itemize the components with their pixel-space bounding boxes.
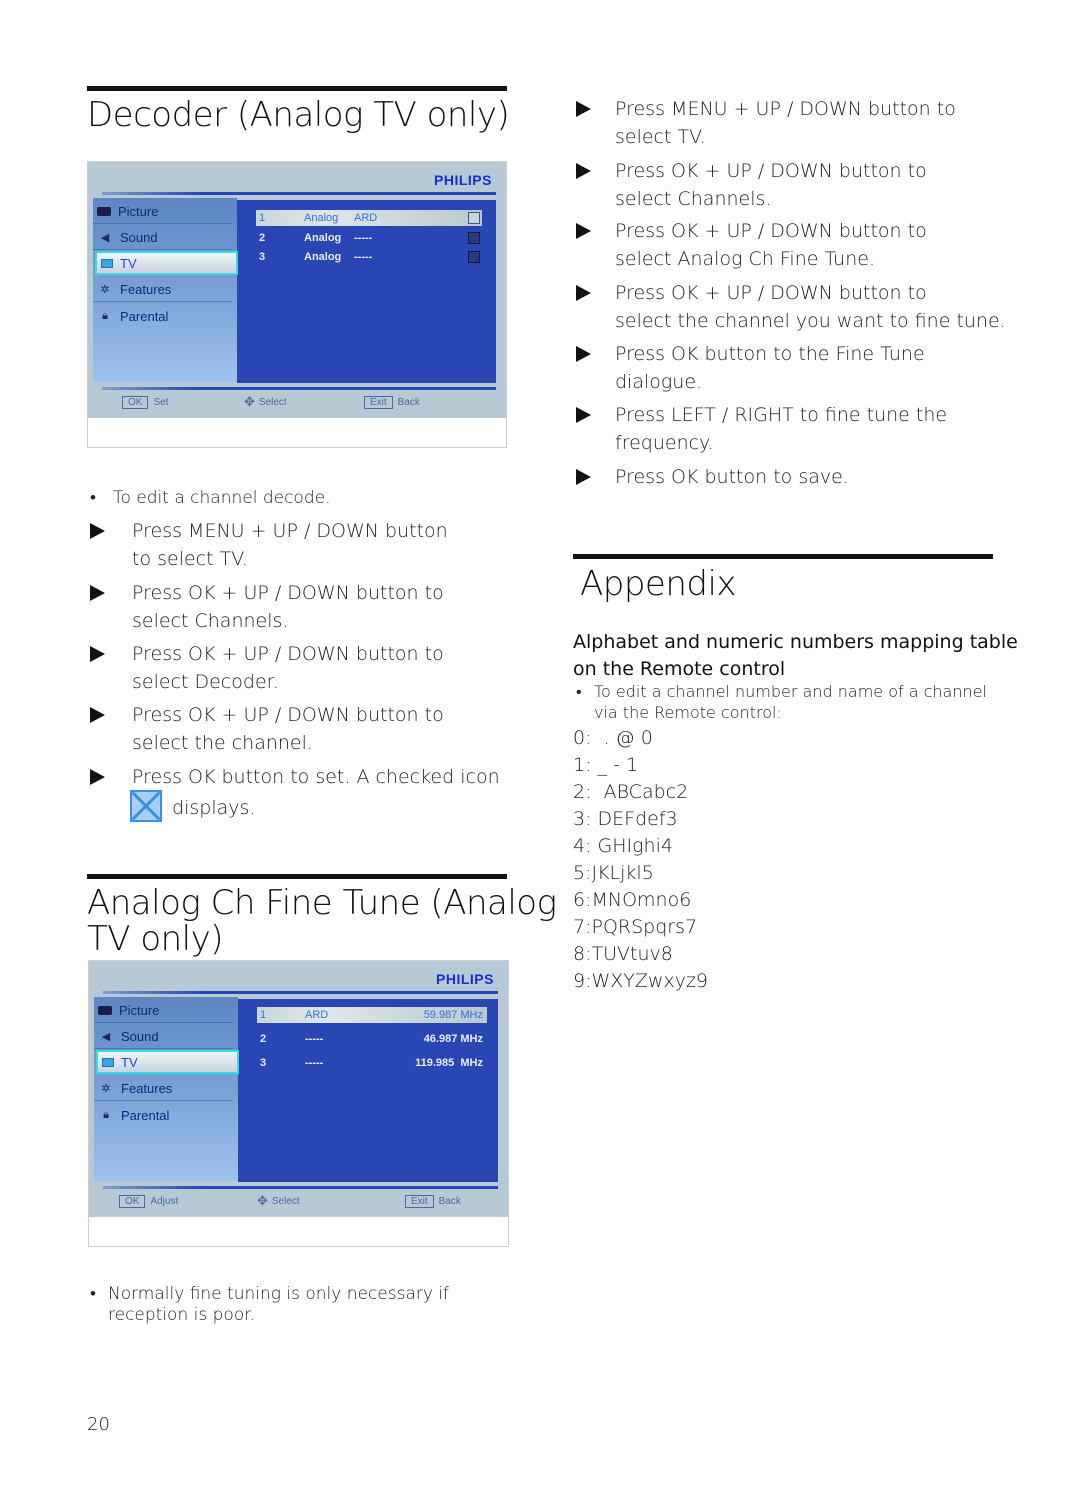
- arrow-icon: [90, 707, 105, 723]
- dpad-icon: ✥: [257, 1193, 268, 1208]
- tv-channel-panel: [238, 999, 498, 1182]
- appendix-note: • To edit a channel number and name of a…: [576, 682, 987, 722]
- arrow-icon: [576, 407, 591, 423]
- menu-item-picture: Picture: [94, 999, 233, 1023]
- menu-item-sound: ◀︎ Sound: [94, 1025, 233, 1049]
- dpad-icon: ✥: [244, 394, 255, 409]
- gear-icon: ✲: [100, 284, 110, 296]
- arrow-icon: [576, 285, 591, 301]
- mapping-row: 4: GHIghi4: [573, 835, 673, 857]
- channel-row: 1 Analog ARD: [256, 210, 482, 226]
- channel-row: 2 ----- 46.987 MHz: [260, 1033, 483, 1045]
- decoder-title: Decoder (Analog TV only): [87, 95, 510, 135]
- checkbox: [468, 251, 480, 263]
- hint-select: ✥ Select: [257, 1193, 300, 1208]
- checkbox: [468, 212, 480, 224]
- picture-icon: [98, 1006, 112, 1015]
- lock-icon: 🔒︎: [103, 1108, 109, 1121]
- finetune-note: • Normally fine tuning is only necessary…: [90, 1284, 450, 1325]
- finetune-step: Press OK button to the Fine Tune dialogue…: [576, 341, 996, 396]
- section-rule: [573, 554, 993, 559]
- tv-icon: [102, 1057, 114, 1067]
- menu-item-tv: TV: [96, 1050, 239, 1074]
- menu-item-features: ✲ Features: [93, 278, 232, 302]
- hint-exit-back: Exit Back: [405, 1193, 461, 1209]
- finetune-step: Press MENU + UP / DOWN button to select T…: [576, 96, 996, 151]
- speaker-icon: ◀︎: [100, 232, 110, 244]
- menu-item-features: ✲ Features: [94, 1077, 233, 1101]
- arrow-icon: [90, 769, 105, 785]
- finetune-tv-screenshot: PHILIPS Picture ◀︎ Sound TV ✲ Features 🔒︎ P…: [88, 960, 509, 1247]
- section-rule: [87, 86, 507, 91]
- hint-select: ✥ Select: [244, 394, 287, 409]
- finetune-step: Press OK + UP / DOWN button to select the…: [576, 280, 1006, 335]
- decoder-step: Press OK + UP / DOWN button to select Ch…: [90, 580, 460, 635]
- philips-logo: PHILIPS: [434, 172, 492, 188]
- finetune-step: Press OK + UP / DOWN button to select Ana…: [576, 218, 996, 273]
- menu-item-tv: TV: [95, 251, 238, 275]
- mapping-row: 5:JKLjkl5: [573, 862, 654, 884]
- decoder-step: Press OK + UP / DOWN button to select De…: [90, 641, 460, 696]
- speaker-icon: ◀︎: [101, 1031, 111, 1043]
- finetune-step: Press OK button to save.: [576, 464, 996, 492]
- hint-ok-adjust: OK Adjust: [119, 1193, 178, 1209]
- appendix-subtitle: Alphabet and numeric numbers mapping tab…: [573, 631, 1018, 680]
- menu-item-parental: 🔒︎ Parental: [93, 304, 232, 328]
- section-rule: [87, 874, 507, 879]
- arrow-icon: [90, 523, 105, 539]
- decoder-step: Press OK button to set. A checked icon: [90, 764, 510, 792]
- channel-row: 1 ARD 59.987 MHz: [257, 1007, 487, 1023]
- finetune-step: Press OK + UP / DOWN button to select Cha…: [576, 158, 996, 213]
- page-number: 20: [87, 1414, 110, 1435]
- mapping-row: 7:PQRSpqrs7: [573, 916, 698, 938]
- mapping-row: 1: _ - 1: [573, 754, 639, 776]
- decoder-step: Press OK + UP / DOWN button to select th…: [90, 702, 460, 757]
- hint-exit-back: Exit Back: [364, 394, 420, 410]
- appendix-title: Appendix: [580, 564, 737, 604]
- checkbox: [468, 232, 480, 244]
- decoder-note: • To edit a channel decode.: [90, 488, 331, 508]
- gear-icon: ✲: [101, 1083, 111, 1095]
- decoder-tv-screenshot: PHILIPS Picture ◀︎ Sound TV ✲ Features 🔒︎ P…: [87, 161, 507, 448]
- checked-box-icon: [130, 790, 162, 822]
- arrow-icon: [576, 101, 591, 117]
- mapping-row: 3: DEFdef3: [573, 808, 678, 830]
- finetune-title: Analog Ch Fine Tune (Analog TV only): [87, 883, 557, 959]
- lock-icon: 🔒︎: [102, 309, 108, 322]
- mapping-row: 2: ABCabc2: [573, 781, 689, 803]
- channel-row: 3 ----- 119.985 MHz: [260, 1057, 483, 1069]
- tv-icon: [101, 258, 113, 268]
- decoder-step-tail: displays.: [130, 790, 255, 824]
- arrow-icon: [90, 585, 105, 601]
- mapping-row: 0: . @ 0: [573, 727, 653, 749]
- tv-channel-panel: [237, 200, 496, 383]
- menu-item-parental: 🔒︎ Parental: [94, 1103, 233, 1127]
- menu-item-sound: ◀︎ Sound: [93, 226, 232, 250]
- arrow-icon: [576, 469, 591, 485]
- decoder-step: Press MENU + UP / DOWN button to select …: [90, 518, 470, 573]
- arrow-icon: [90, 646, 105, 662]
- channel-row: 2 Analog -----: [256, 230, 482, 246]
- hint-ok-set: OK Set: [122, 394, 168, 410]
- arrow-icon: [576, 346, 591, 362]
- arrow-icon: [576, 223, 591, 239]
- mapping-row: 8:TUVtuv8: [573, 943, 673, 965]
- philips-logo: PHILIPS: [436, 971, 494, 987]
- mapping-row: 6:MNOmno6: [573, 889, 692, 911]
- finetune-step: Press LEFT / RIGHT to fine tune the frequ…: [576, 402, 996, 457]
- arrow-icon: [576, 163, 591, 179]
- menu-item-picture: Picture: [93, 200, 232, 224]
- channel-row: 3 Analog -----: [256, 249, 482, 265]
- mapping-row: 9:WXYZwxyz9: [573, 970, 709, 992]
- picture-icon: [97, 207, 111, 216]
